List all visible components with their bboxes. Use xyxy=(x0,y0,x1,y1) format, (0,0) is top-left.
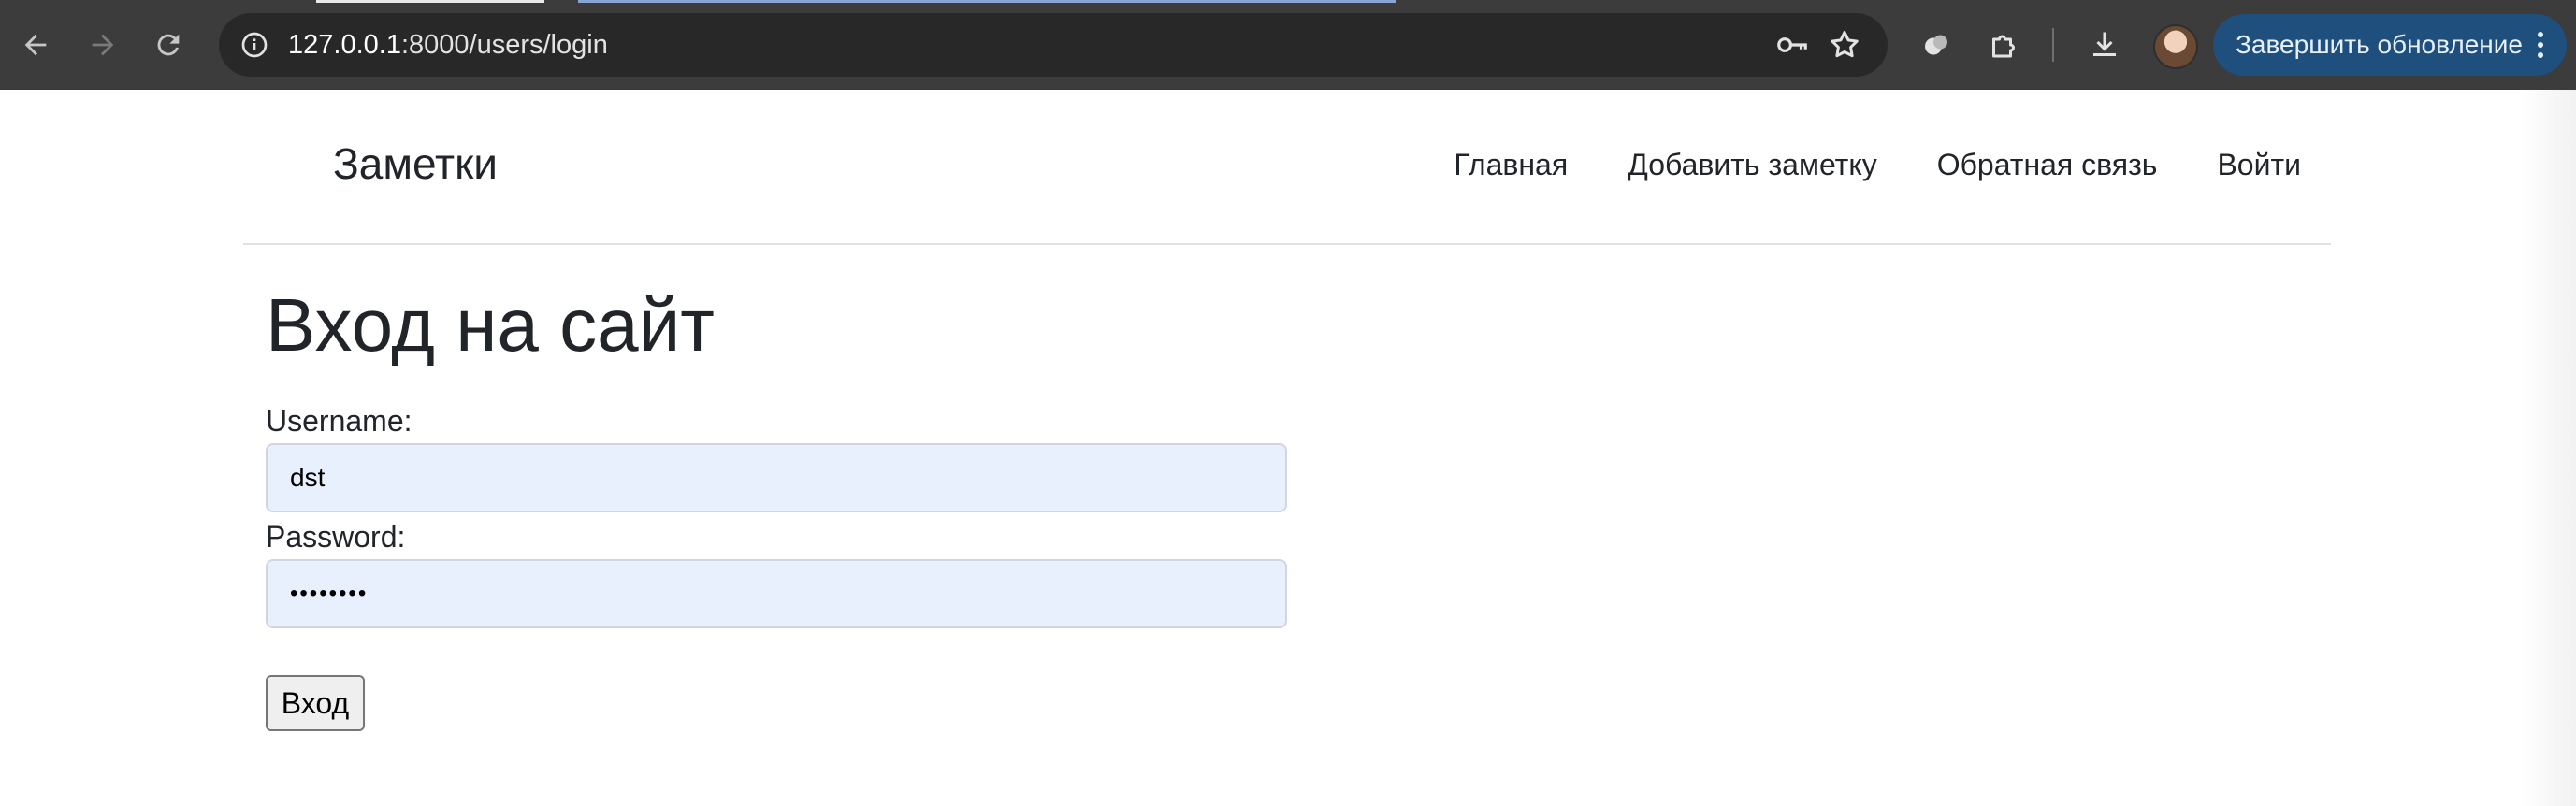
kebab-menu-icon[interactable] xyxy=(2527,14,2554,76)
extension-icon xyxy=(1925,35,1947,55)
reload-button[interactable] xyxy=(144,21,193,69)
address-url[interactable]: 127.0.0.1:8000/users/login xyxy=(288,13,608,77)
password-manager-button[interactable] xyxy=(1770,22,1815,67)
site-header: Заметки Главная Добавить заметку Обратна… xyxy=(243,90,2331,245)
password-label: Password: xyxy=(266,520,406,554)
update-button-label: Завершить обновление xyxy=(2236,30,2523,59)
browser-toolbar: 127.0.0.1:8000/users/login Завершить обн… xyxy=(0,0,2576,90)
extensions-menu-button[interactable] xyxy=(1979,21,2028,69)
active-tab-indicator xyxy=(316,0,544,3)
key-icon xyxy=(1777,37,1807,52)
downloads-button[interactable] xyxy=(2080,21,2129,69)
site-nav: Главная Добавить заметку Обратная связь … xyxy=(1454,148,2301,182)
username-label: Username: xyxy=(266,404,412,438)
bookmark-button[interactable] xyxy=(1822,22,1867,67)
username-field[interactable] xyxy=(266,443,1287,512)
info-icon xyxy=(241,32,268,58)
address-path: :8000/users/login xyxy=(400,30,608,60)
site-brand-link[interactable]: Заметки xyxy=(333,138,498,189)
nav-link-add-note[interactable]: Добавить заметку xyxy=(1628,148,1877,182)
nav-link-feedback[interactable]: Обратная связь xyxy=(1937,148,2158,182)
nav-link-login[interactable]: Войти xyxy=(2217,148,2301,182)
back-button[interactable] xyxy=(11,21,60,69)
reload-icon xyxy=(157,34,180,56)
nav-link-home[interactable]: Главная xyxy=(1454,148,1568,182)
address-bar[interactable]: 127.0.0.1:8000/users/login xyxy=(219,13,1888,77)
star-icon xyxy=(1831,31,1859,58)
login-submit-button[interactable]: Вход xyxy=(266,675,365,731)
tab-indicator xyxy=(578,0,1396,3)
address-host: 127.0.0.1 xyxy=(288,30,401,60)
arrow-right-icon xyxy=(92,34,114,56)
extension-button[interactable] xyxy=(1912,21,1961,69)
puzzle-icon xyxy=(1992,35,2015,58)
site-info-button[interactable] xyxy=(232,22,277,67)
page-title: Вход на сайт xyxy=(266,283,715,367)
download-icon xyxy=(2093,32,2116,56)
profile-avatar[interactable] xyxy=(2153,24,2198,69)
update-button[interactable]: Завершить обновление xyxy=(2213,14,2567,76)
arrow-left-icon xyxy=(24,34,47,56)
forward-button[interactable] xyxy=(79,21,127,69)
password-field[interactable] xyxy=(266,559,1287,628)
toolbar-separator xyxy=(2052,28,2054,62)
page-edge-shadow xyxy=(2520,90,2576,806)
